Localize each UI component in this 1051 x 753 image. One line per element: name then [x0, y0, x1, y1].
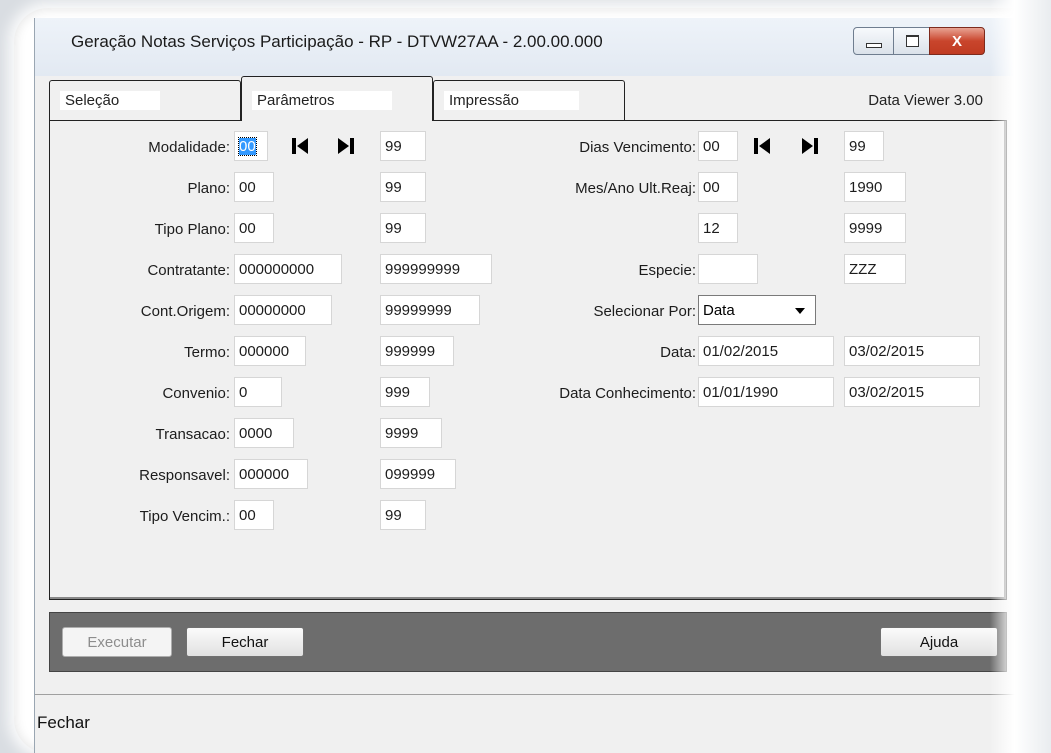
tab-impressao-label: Impressão: [444, 91, 579, 110]
ano-from-input[interactable]: 1990: [844, 172, 906, 202]
selecionar-por-value: Data: [703, 302, 735, 319]
frame-edge: [990, 0, 1051, 753]
dias-vencimento-to-input[interactable]: 99: [844, 131, 884, 161]
tab-impressao[interactable]: Impressão: [433, 80, 625, 121]
transacao-to-input[interactable]: 9999: [380, 418, 442, 448]
responsavel-from-input[interactable]: 000000: [234, 459, 308, 489]
close-icon: X: [951, 32, 962, 50]
plano-to-input[interactable]: 99: [380, 172, 426, 202]
data-viewer-label: Data Viewer 3.00: [868, 92, 983, 109]
tipo-vencim-to-input[interactable]: 99: [380, 500, 426, 530]
responsavel-label: Responsavel:: [139, 467, 230, 484]
fechar-button[interactable]: Fechar: [186, 627, 304, 657]
title-bar: Geração Notas Serviços Participação - RP…: [35, 18, 1039, 76]
mes-ano-label: Mes/Ano Ult.Reaj:: [575, 180, 696, 197]
modalidade-from-input[interactable]: 00: [234, 131, 268, 161]
maximize-button[interactable]: [893, 27, 931, 55]
mes-to-input[interactable]: 12: [698, 213, 738, 243]
tab-parametros-label: Parâmetros: [252, 91, 392, 110]
status-text: Fechar: [37, 713, 90, 732]
transacao-from-input[interactable]: 0000: [234, 418, 294, 448]
especie-from-input[interactable]: [698, 254, 758, 284]
especie-to-input[interactable]: ZZZ: [844, 254, 906, 284]
tab-parametros[interactable]: Parâmetros: [241, 76, 433, 121]
parametros-panel: Modalidade: 00 99 Plano: 00 99 Tipo Plan…: [49, 120, 1007, 600]
data-to-input[interactable]: 03/02/2015: [844, 336, 980, 366]
convenio-from-input[interactable]: 0: [234, 377, 282, 407]
ano-to-input[interactable]: 9999: [844, 213, 906, 243]
convenio-label: Convenio:: [162, 385, 230, 402]
termo-from-input[interactable]: 000000: [234, 336, 306, 366]
tab-selecao-label: Seleção: [60, 91, 160, 110]
tipo-vencim-label: Tipo Vencim.:: [139, 508, 230, 525]
close-button[interactable]: X: [929, 27, 985, 55]
maximize-icon: [905, 35, 919, 47]
client-area: Seleção Parâmetros Impressão Data Viewer…: [49, 76, 1007, 672]
button-bar: Executar Fechar Ajuda: [49, 612, 1007, 672]
tipo-plano-to-input[interactable]: 99: [380, 213, 426, 243]
modalidade-to-input[interactable]: 99: [380, 131, 426, 161]
tab-selecao[interactable]: Seleção: [49, 80, 241, 121]
tipo-plano-from-input[interactable]: 00: [234, 213, 274, 243]
dias-vencimento-label: Dias Vencimento:: [579, 139, 696, 156]
last-record-icon[interactable]: [334, 133, 358, 159]
modalidade-label: Modalidade:: [148, 139, 230, 156]
dias-vencimento-from-input[interactable]: 00: [698, 131, 738, 161]
plano-from-input[interactable]: 00: [234, 172, 274, 202]
cont-origem-from-input[interactable]: 00000000: [234, 295, 332, 325]
status-bar: Fechar: [35, 694, 1039, 753]
chevron-down-icon: [795, 308, 805, 314]
minimize-icon: [866, 42, 882, 48]
termo-label: Termo:: [184, 344, 230, 361]
app-window: Geração Notas Serviços Participação - RP…: [34, 18, 1039, 753]
tipo-vencim-from-input[interactable]: 00: [234, 500, 274, 530]
convenio-to-input[interactable]: 999: [380, 377, 430, 407]
contratante-label: Contratante:: [147, 262, 230, 279]
data-label: Data:: [660, 344, 696, 361]
mes-from-input[interactable]: 00: [698, 172, 738, 202]
tipo-plano-label: Tipo Plano:: [154, 221, 230, 238]
executar-button[interactable]: Executar: [62, 627, 172, 657]
plano-label: Plano:: [187, 180, 230, 197]
transacao-label: Transacao:: [155, 426, 230, 443]
selecionar-por-label: Selecionar Por:: [593, 303, 696, 320]
ajuda-button[interactable]: Ajuda: [880, 627, 998, 657]
selecionar-por-select[interactable]: Data: [698, 295, 816, 325]
contratante-to-input[interactable]: 999999999: [380, 254, 492, 284]
first-record-icon[interactable]: [288, 133, 312, 159]
responsavel-to-input[interactable]: 099999: [380, 459, 456, 489]
data-conhecimento-to-input[interactable]: 03/02/2015: [844, 377, 980, 407]
contratante-from-input[interactable]: 000000000: [234, 254, 342, 284]
cont-origem-label: Cont.Origem:: [140, 303, 230, 320]
window-title: Geração Notas Serviços Participação - RP…: [71, 32, 603, 51]
cont-origem-to-input[interactable]: 99999999: [380, 295, 480, 325]
especie-label: Especie:: [638, 262, 696, 279]
first-record-icon[interactable]: [750, 133, 774, 159]
minimize-button[interactable]: [853, 27, 895, 55]
data-conhecimento-from-input[interactable]: 01/01/1990: [698, 377, 834, 407]
data-from-input[interactable]: 01/02/2015: [698, 336, 834, 366]
data-conhecimento-label: Data Conhecimento:: [559, 385, 696, 402]
termo-to-input[interactable]: 999999: [380, 336, 454, 366]
last-record-icon[interactable]: [798, 133, 822, 159]
